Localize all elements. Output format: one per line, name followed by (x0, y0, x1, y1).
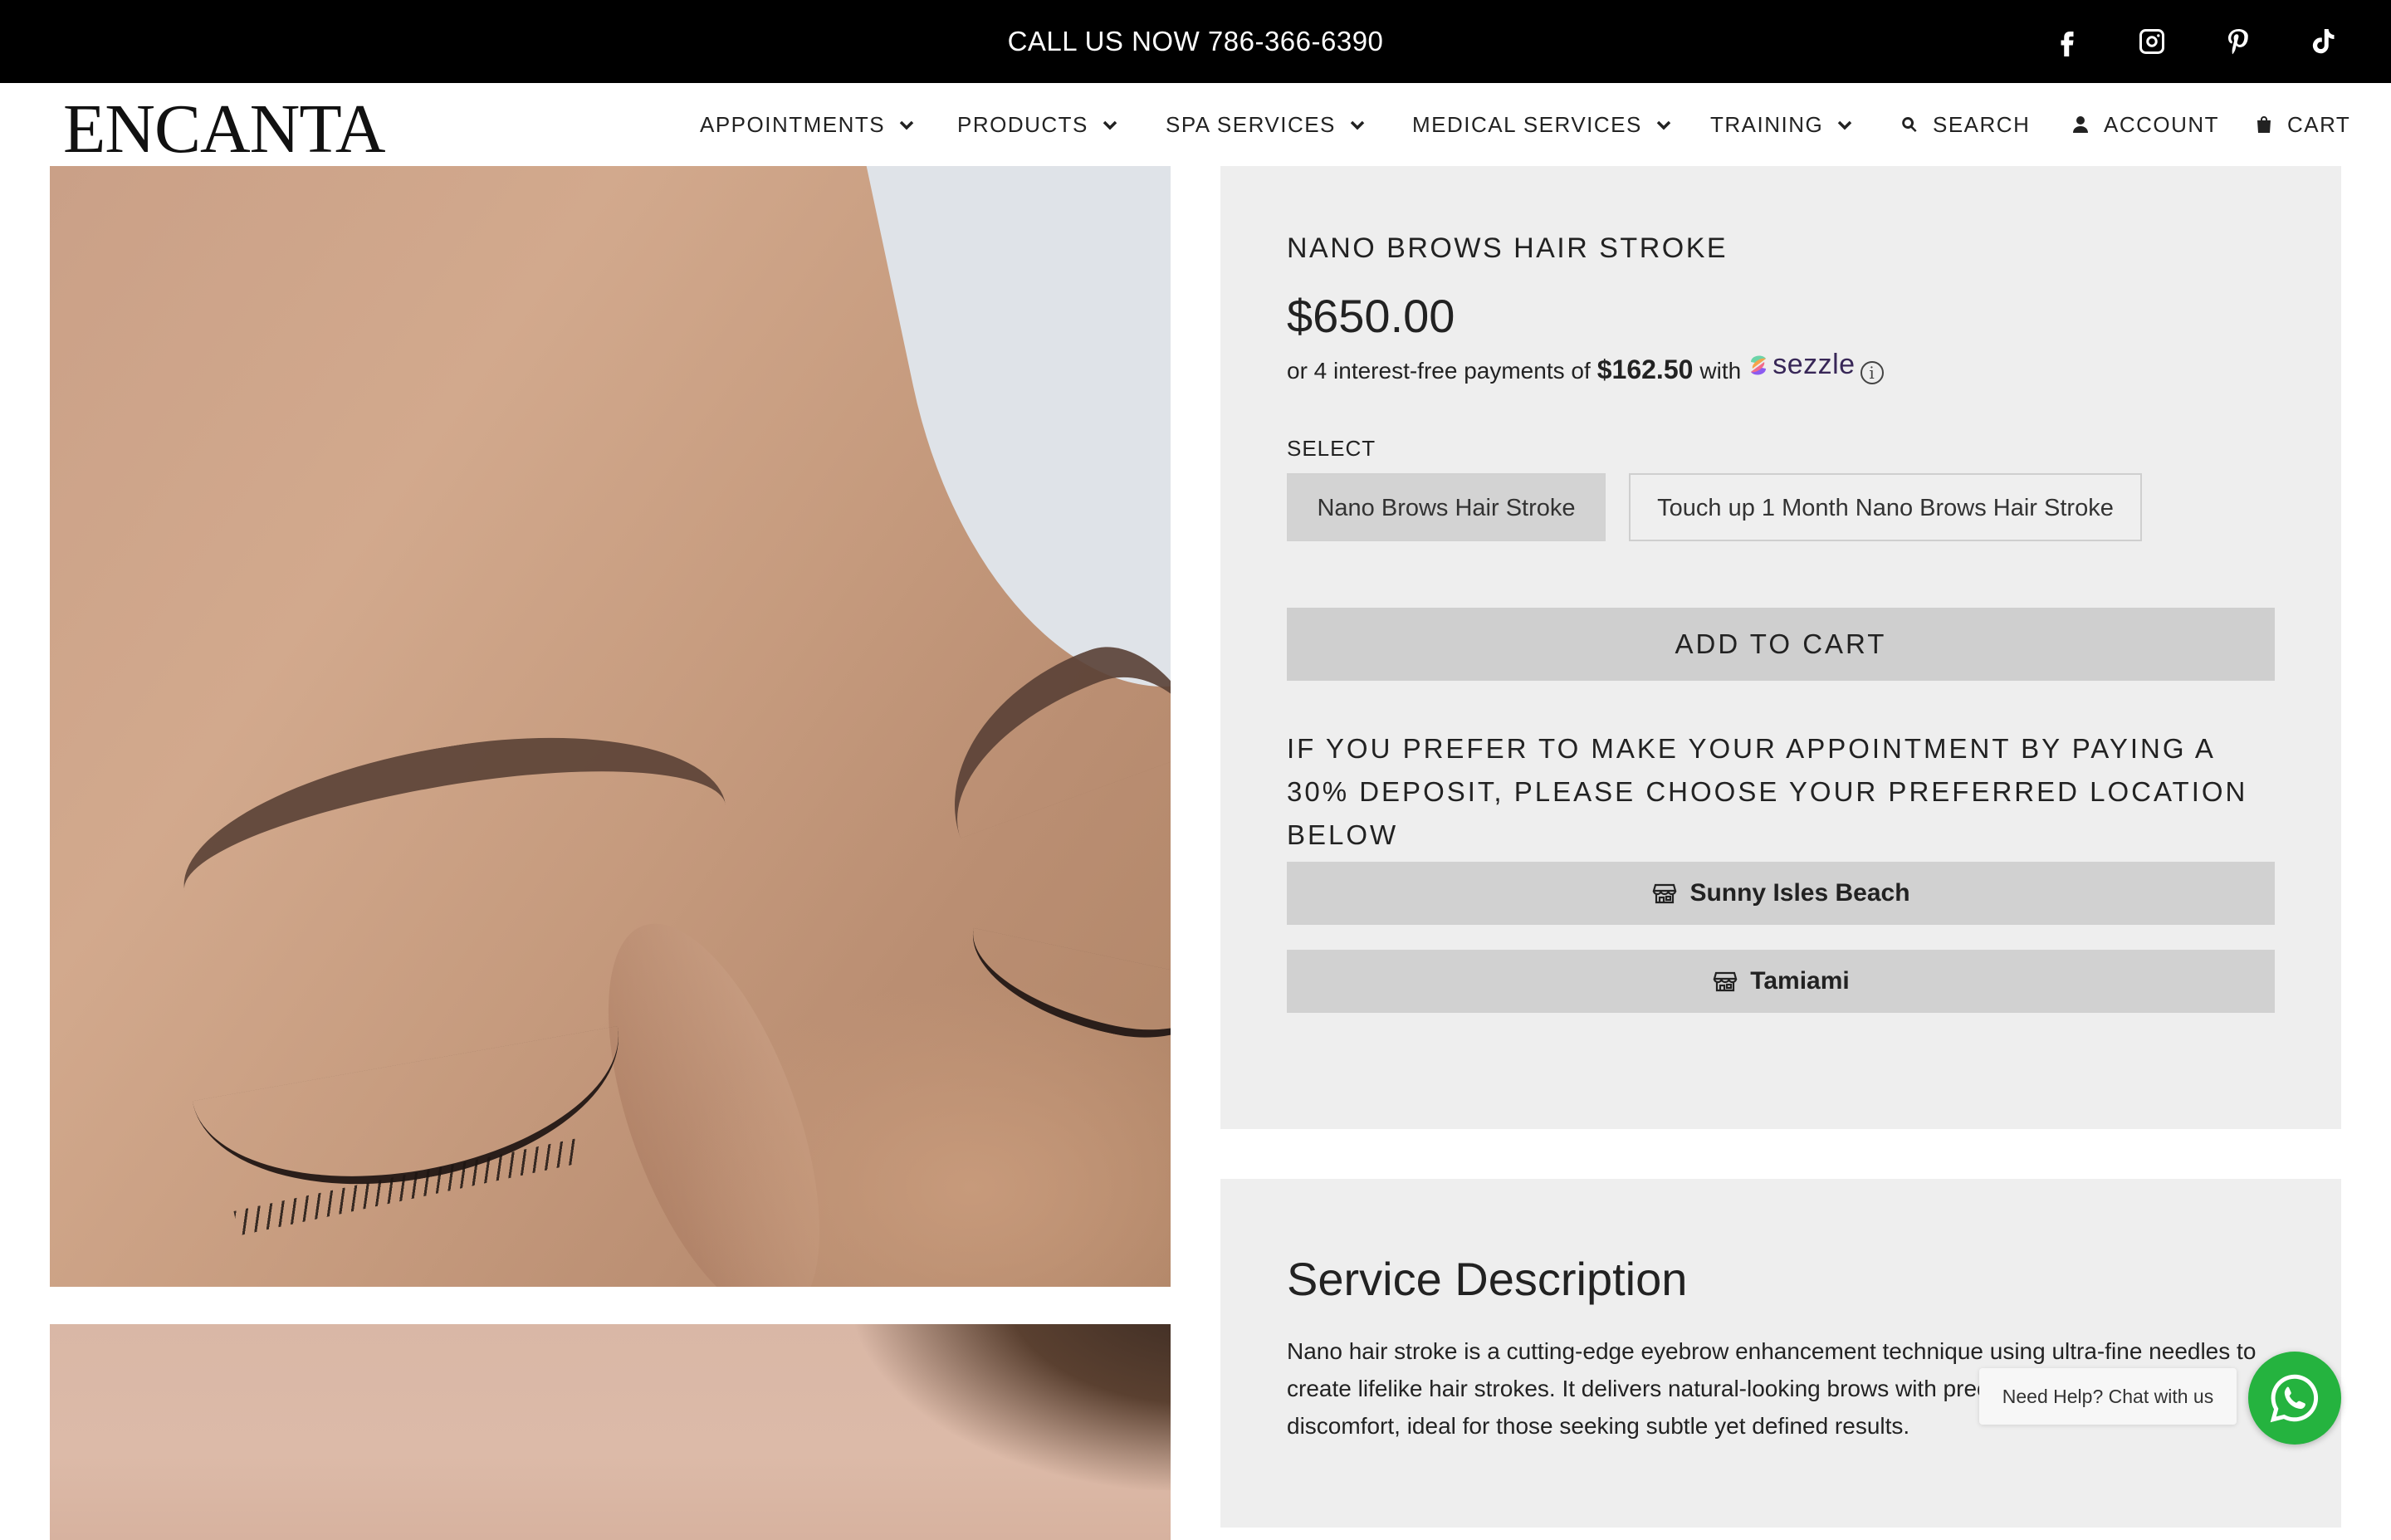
tiktok-icon[interactable] (2306, 25, 2340, 58)
chevron-down-icon (1654, 115, 1674, 134)
encanta-logo[interactable]: ENCANTA (63, 91, 386, 168)
chevron-down-icon (1347, 115, 1367, 134)
deposit-instructions: IF YOU PREFER TO MAKE YOUR APPOINTMENT B… (1287, 733, 2248, 850)
nav-spa-services-label: SPA SERVICES (1166, 111, 1336, 137)
store-icon (1651, 880, 1678, 907)
sezzle-with: with (1699, 357, 1742, 384)
call-us-text[interactable]: CALL US NOW 786-366-6390 (0, 0, 2391, 83)
nav-account[interactable]: ACCOUNT (2071, 83, 2219, 166)
store-icon (1712, 968, 1738, 995)
nav-account-label: ACCOUNT (2104, 111, 2220, 137)
chevron-down-icon (897, 115, 917, 134)
location-tamiami-button[interactable]: Tamiami (1287, 950, 2275, 1013)
shopping-bag-icon (2254, 114, 2276, 135)
nav-medical-services[interactable]: MEDICAL SERVICES (1412, 83, 1674, 166)
add-to-cart-button[interactable]: ADD TO CART (1287, 608, 2275, 681)
product-price: $650.00 (1287, 290, 1455, 342)
sezzle-mark-icon (1751, 355, 1767, 374)
location-label: Tamiami (1750, 967, 1850, 995)
sezzle-wordmark: sezzle (1772, 349, 1856, 380)
announcement-bar: CALL US NOW 786-366-6390 (0, 0, 2391, 83)
nav-appointments[interactable]: APPOINTMENTS (700, 83, 917, 166)
variant-option-touch-up[interactable]: Touch up 1 Month Nano Brows Hair Stroke (1629, 473, 2142, 541)
whatsapp-chat-button[interactable] (2248, 1352, 2341, 1445)
facebook-icon[interactable] (2051, 25, 2084, 58)
sezzle-logo[interactable]: sezzle (1748, 349, 1855, 381)
variant-select-label: SELECT (1287, 436, 1376, 461)
user-icon (2071, 114, 2092, 135)
nav-products-label: PRODUCTS (957, 111, 1088, 137)
variant-option-nano-brows[interactable]: Nano Brows Hair Stroke (1287, 473, 1606, 541)
nav-appointments-label: APPOINTMENTS (700, 111, 886, 137)
sezzle-amount: $162.50 (1596, 354, 1694, 384)
nav-training-label: TRAINING (1710, 111, 1824, 137)
nav-products[interactable]: PRODUCTS (957, 83, 1120, 166)
service-description-panel: Service Description Nano hair stroke is … (1220, 1179, 2341, 1528)
nav-cart[interactable]: CART (2254, 83, 2350, 166)
chevron-down-icon (1835, 115, 1855, 134)
product-image-secondary[interactable] (50, 1324, 1171, 1540)
whatsapp-icon (2270, 1374, 2319, 1423)
location-label: Sunny Isles Beach (1689, 879, 1910, 907)
chevron-down-icon (1100, 115, 1120, 134)
location-sunny-isles-button[interactable]: Sunny Isles Beach (1287, 862, 2275, 925)
nav-spa-services[interactable]: SPA SERVICES (1166, 83, 1367, 166)
nav-training[interactable]: TRAINING (1710, 83, 1855, 166)
sezzle-prefix: or 4 interest-free payments of (1287, 357, 1591, 384)
product-info-panel: NANO BROWS HAIR STROKE $650.00 or 4 inte… (1220, 166, 2341, 1129)
chat-help-label[interactable]: Need Help? Chat with us (1979, 1368, 2237, 1425)
nav-cart-label: CART (2287, 111, 2351, 137)
info-icon[interactable]: i (1860, 360, 1884, 384)
site-header: ENCANTA APPOINTMENTS PRODUCTS SPA SERVIC… (0, 83, 2391, 168)
nav-search[interactable]: SEARCH (1900, 83, 2030, 166)
search-icon (1900, 114, 1921, 135)
sezzle-installments: or 4 interest-free payments of $162.50 w… (1287, 349, 1884, 385)
instagram-icon[interactable] (2135, 25, 2169, 58)
pinterest-icon[interactable] (2222, 25, 2255, 58)
nav-medical-services-label: MEDICAL SERVICES (1412, 111, 1642, 137)
nav-search-label: SEARCH (1933, 111, 2031, 137)
product-title: NANO BROWS HAIR STROKE (1287, 232, 1728, 264)
product-image-main[interactable] (50, 166, 1171, 1287)
service-description-heading: Service Description (1287, 1253, 1688, 1305)
